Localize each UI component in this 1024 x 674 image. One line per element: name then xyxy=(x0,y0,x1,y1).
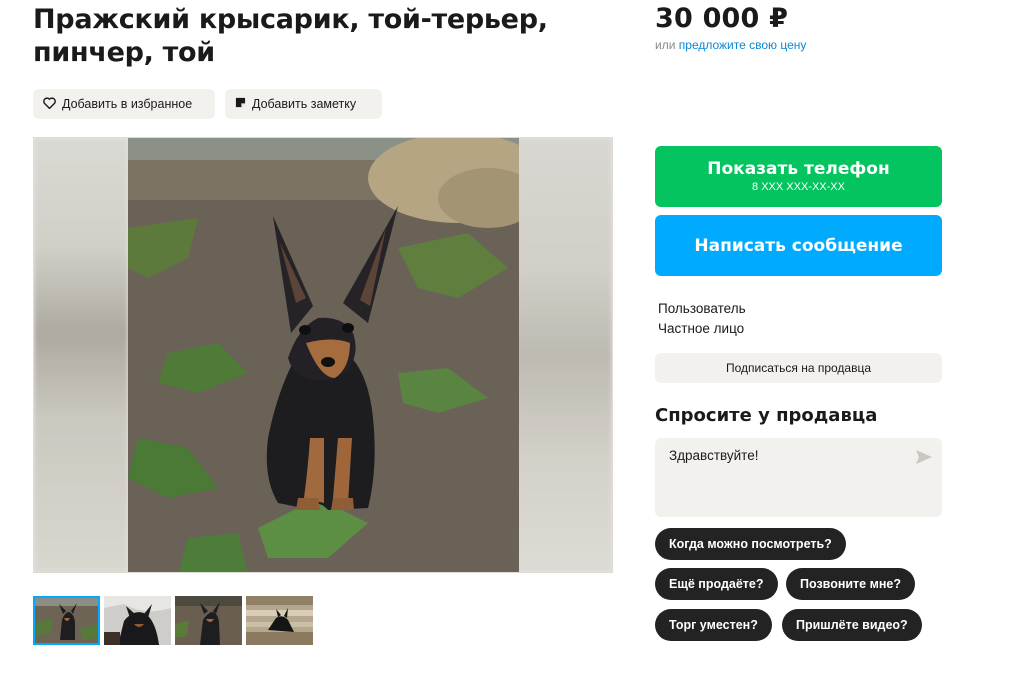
quick-question-chip[interactable]: Торг уместен? xyxy=(655,609,772,641)
thumbnail-strip xyxy=(33,596,313,645)
quick-question-chip[interactable]: Когда можно посмотреть? xyxy=(655,528,846,560)
quick-question-chip[interactable]: Пришлёте видео? xyxy=(782,609,922,641)
send-icon[interactable] xyxy=(916,450,932,469)
quick-question-chip[interactable]: Позвоните мне? xyxy=(786,568,915,600)
show-phone-button[interactable]: Показать телефон 8 XXX XXX-XX-XX xyxy=(655,146,942,207)
seller-info: Пользователь Частное лицо xyxy=(658,299,746,339)
price-prefix: или xyxy=(655,38,676,52)
subscribe-seller-button[interactable]: Подписаться на продавца xyxy=(655,353,942,383)
add-to-favorites-button[interactable]: Добавить в избранное xyxy=(33,89,215,119)
price-offer: или предложите свою цену xyxy=(655,38,806,52)
show-phone-label: Показать телефон xyxy=(707,159,890,179)
main-photo[interactable] xyxy=(33,137,613,573)
thumbnail-1[interactable] xyxy=(33,596,100,645)
add-note-label: Добавить заметку xyxy=(252,97,357,111)
dog-photo xyxy=(128,138,519,572)
photo-blur-right xyxy=(516,138,612,572)
quick-question-chip[interactable]: Ещё продаёте? xyxy=(655,568,778,600)
photo-blur-left xyxy=(34,138,128,572)
offer-price-link[interactable]: предложите свою цену xyxy=(679,38,807,52)
heart-icon xyxy=(43,96,56,112)
thumbnail-3[interactable] xyxy=(175,596,242,645)
add-to-favorites-label: Добавить в избранное xyxy=(62,97,193,111)
price: 30 000 ₽ xyxy=(655,3,789,34)
thumbnail-4[interactable] xyxy=(246,596,313,645)
message-box: Здравствуйте! xyxy=(655,438,942,517)
note-icon xyxy=(235,97,246,111)
seller-name[interactable]: Пользователь xyxy=(658,299,746,319)
add-note-button[interactable]: Добавить заметку xyxy=(225,89,382,119)
phone-mask: 8 XXX XXX-XX-XX xyxy=(752,181,845,193)
seller-type: Частное лицо xyxy=(658,321,745,336)
listing-title: Пражский крысарик, той-терьер, пинчер, т… xyxy=(33,4,548,68)
message-input[interactable]: Здравствуйте! xyxy=(655,438,905,517)
ask-seller-title: Спросите у продавца xyxy=(655,405,878,426)
write-message-button[interactable]: Написать сообщение xyxy=(655,215,942,276)
thumbnail-2[interactable] xyxy=(104,596,171,645)
